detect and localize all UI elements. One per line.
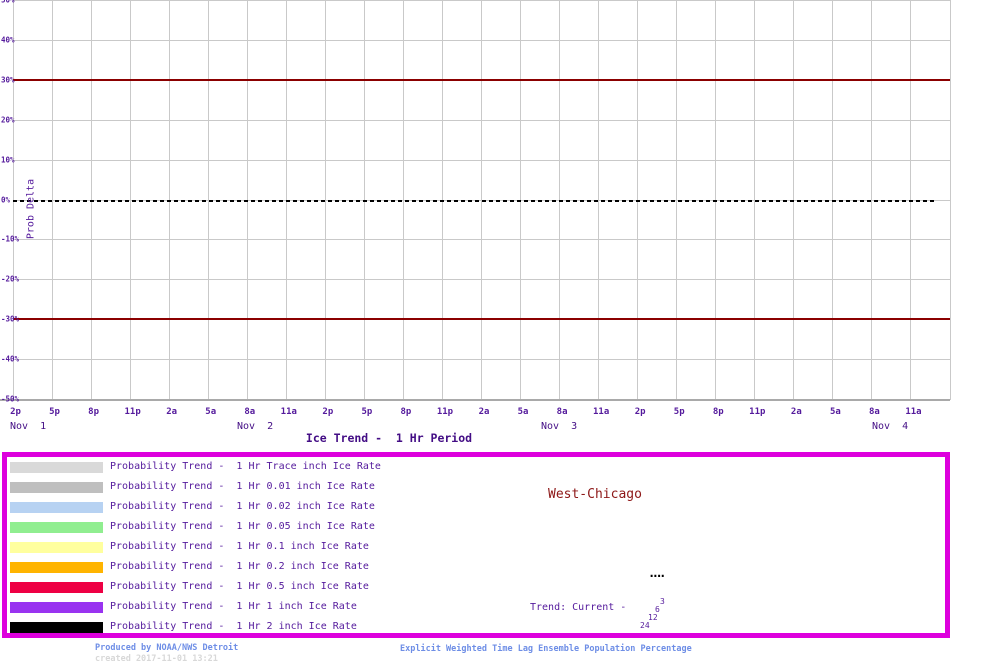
legend-label: Probability Trend - 1 Hr Trace inch Ice …: [110, 460, 381, 473]
y-tick-label: -10%: [1, 235, 19, 244]
x-tick-label: 8p: [713, 407, 724, 417]
gridline-horizontal: [13, 40, 950, 41]
legend-label: Probability Trend - 1 Hr 0.05 inch Ice R…: [110, 520, 375, 533]
created-timestamp: created 2017-11-01 13:21: [95, 654, 218, 664]
legend-swatch: [10, 562, 103, 573]
x-tick-label: 11a: [905, 407, 921, 417]
gridline-horizontal: [13, 239, 950, 240]
x-tick-label: 11a: [593, 407, 609, 417]
location-label: West-Chicago: [548, 487, 642, 502]
x-tick-label: 8p: [88, 407, 99, 417]
gridline-horizontal: [13, 359, 950, 360]
x-tick-label: 2p: [322, 407, 333, 417]
x-tick-label: 2p: [635, 407, 646, 417]
legend-box: Probability Trend - 1 Hr Trace inch Ice …: [2, 452, 950, 638]
gridline-horizontal: [13, 160, 950, 161]
x-tick-label: 2a: [479, 407, 490, 417]
x-tick-label: 5p: [49, 407, 60, 417]
x-tick-label: 11a: [281, 407, 297, 417]
trend-current-label: Trend: Current -: [530, 602, 626, 613]
x-tick-label: 8a: [557, 407, 568, 417]
x-tick-label: 5p: [361, 407, 372, 417]
gridline-horizontal: [13, 120, 950, 121]
y-tick-label: -40%: [1, 355, 19, 364]
y-tick-label: 0%: [1, 196, 10, 205]
trend-hour-label: 3: [660, 598, 665, 606]
y-axis-label: Prob Delta: [26, 179, 37, 239]
legend-label: Probability Trend - 1 Hr 2 inch Ice Rate: [110, 620, 357, 633]
legend-swatch: [10, 522, 103, 533]
legend-swatch: [10, 482, 103, 493]
ice-trend-chart-page: 50% 40% 30% 20% 10% 0% -10% -20% -30% -40% -50% 2p 5…: [0, 0, 1000, 670]
legend-label: Probability Trend - 1 Hr 0.01 inch Ice R…: [110, 480, 375, 493]
x-tick-label: 5a: [205, 407, 216, 417]
legend-label: Probability Trend - 1 Hr 0.02 inch Ice R…: [110, 500, 375, 513]
produced-by-credit: Produced by NOAA/NWS Detroit: [95, 643, 238, 653]
x-tick-label: 5a: [518, 407, 529, 417]
x-tick-label: 8a: [244, 407, 255, 417]
x-tick-label: 2a: [791, 407, 802, 417]
y-tick-label: 20%: [1, 116, 15, 125]
x-axis-line: [0, 399, 950, 401]
day-label: Nov 1: [10, 421, 46, 432]
y-tick-label: 50%: [1, 0, 15, 5]
legend-label: Probability Trend - 1 Hr 0.1 inch Ice Ra…: [110, 540, 369, 553]
legend-swatch: [10, 602, 103, 613]
day-label: Nov 4: [872, 421, 908, 432]
day-label: Nov 2: [237, 421, 273, 432]
x-tick-label: 8p: [400, 407, 411, 417]
y-tick-label: 10%: [1, 156, 15, 165]
x-tick-label: 5p: [674, 407, 685, 417]
legend-label: Probability Trend - 1 Hr 1 inch Ice Rate: [110, 600, 357, 613]
legend-swatch: [10, 502, 103, 513]
x-tick-label: 11p: [124, 407, 140, 417]
x-tick-label: 2p: [10, 407, 21, 417]
y-tick-label: 30%: [1, 76, 15, 85]
legend-label: Probability Trend - 1 Hr 0.2 inch Ice Ra…: [110, 560, 369, 573]
footer-description: Explicit Weighted Time Lag Ensemble Popu…: [400, 644, 692, 654]
legend-label: Probability Trend - 1 Hr 0.5 inch Ice Ra…: [110, 580, 369, 593]
y-tick-label: -50%: [1, 395, 19, 404]
y-tick-label: -20%: [1, 275, 19, 284]
x-tick-label: 5a: [830, 407, 841, 417]
legend-swatch: [10, 582, 103, 593]
x-tick-label: 8a: [869, 407, 880, 417]
gridline-horizontal: [13, 0, 950, 1]
y-tick-label: 40%: [1, 36, 15, 45]
legend-swatch: [10, 622, 103, 633]
chart-title: Ice Trend - 1 Hr Period: [306, 431, 472, 445]
x-tick-label: 2a: [166, 407, 177, 417]
legend-swatch: [10, 462, 103, 473]
day-label: Nov 3: [541, 421, 577, 432]
y-tick-label: -30%: [1, 315, 19, 324]
reference-line: [13, 318, 950, 320]
reference-line: [13, 79, 950, 81]
x-tick-label: 11p: [437, 407, 453, 417]
legend-swatch: [10, 542, 103, 553]
x-tick-label: 11p: [749, 407, 765, 417]
zero-dashed-line: [13, 200, 936, 202]
gridline-horizontal: [13, 279, 950, 280]
trend-hour-label: 24: [640, 622, 650, 630]
trend-dots-indicator: ....: [648, 567, 663, 579]
